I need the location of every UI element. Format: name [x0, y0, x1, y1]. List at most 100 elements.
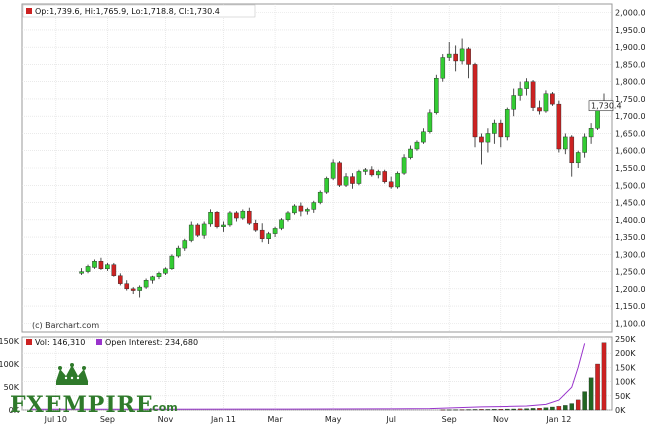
volume-bar — [446, 409, 452, 411]
candle-body — [375, 171, 381, 176]
price-tick-label: 1,300.0 — [615, 250, 645, 259]
volume-bar — [556, 406, 562, 411]
oi-label: Open Interest: 234,680 — [105, 338, 198, 347]
candle-body — [575, 152, 581, 164]
x-tick-label: Jul — [385, 415, 396, 424]
candle-body — [311, 202, 317, 210]
volume-bar — [530, 408, 536, 411]
candle-body — [479, 136, 484, 143]
volume-bar — [569, 403, 575, 411]
candle-body — [130, 288, 136, 291]
candle-body — [343, 176, 349, 186]
price-tick-label: 1,200.0 — [615, 285, 645, 294]
volume-bar — [472, 409, 478, 411]
candle-body — [337, 162, 342, 186]
candle-body — [440, 57, 446, 79]
price-tick-label: 1,550.0 — [615, 164, 645, 173]
price-tick-label: 1,350.0 — [615, 233, 645, 242]
x-tick-label: Sep — [442, 415, 457, 424]
candle-body — [182, 240, 188, 249]
last-price-label: 1,730.4 — [591, 102, 622, 111]
candle-body — [272, 228, 278, 234]
candle-body — [537, 107, 542, 112]
price-tick-label: 1,600.0 — [615, 147, 645, 156]
candle-body — [279, 219, 284, 229]
volume-bar — [453, 409, 458, 411]
candle-body — [234, 212, 239, 219]
candle-body — [124, 283, 130, 290]
candle-body — [85, 266, 91, 272]
volume-right-tick: 250K — [615, 335, 636, 344]
x-tick-label: Jan 11 — [210, 415, 236, 424]
candle-body — [246, 210, 252, 224]
candle-body — [459, 48, 465, 62]
x-tick-label: Nov — [493, 415, 509, 424]
candle-body — [111, 264, 117, 276]
candle-body — [253, 223, 259, 231]
price-tick-label: 1,850.0 — [615, 60, 645, 69]
candle-body — [524, 81, 529, 89]
volume-bar — [588, 377, 594, 411]
logo-name: FXEMPIRE — [10, 392, 154, 418]
x-tick-label: Mar — [268, 415, 284, 424]
candle-body — [543, 93, 549, 112]
candle-body — [330, 162, 336, 179]
candle-body — [285, 212, 291, 220]
volume-right-tick: 200K — [615, 349, 636, 358]
x-tick-label: May — [325, 415, 342, 424]
price-tick-label: 1,250.0 — [615, 268, 645, 277]
candle-body — [176, 247, 181, 257]
candle-body — [485, 133, 491, 143]
volume-bar — [601, 342, 607, 411]
candle-body — [498, 122, 504, 138]
credit: (c) Barchart.com — [32, 321, 99, 330]
volume-right-tick: 0K — [615, 406, 626, 415]
volume-bar — [505, 408, 510, 411]
volume-bar — [485, 409, 491, 411]
candle-body — [266, 233, 271, 239]
oi-legend-marker — [96, 339, 102, 345]
volume-bar — [582, 391, 587, 411]
candle-body — [305, 209, 310, 212]
price-tick-label: 1,100.0 — [615, 319, 645, 328]
candle-body — [582, 136, 587, 153]
candle-body — [188, 224, 194, 241]
candle-body — [156, 273, 162, 277]
candle-body — [92, 261, 97, 268]
price-tick-label: 1,700.0 — [615, 112, 645, 121]
x-tick-label: Nov — [158, 415, 174, 424]
candle-body — [401, 157, 407, 174]
price-tick-label: 1,400.0 — [615, 216, 645, 225]
candle-body — [195, 224, 200, 236]
candle-body — [563, 136, 568, 150]
candle-body — [504, 109, 510, 138]
vol-legend-marker — [26, 339, 32, 345]
candle-body — [117, 275, 123, 284]
candle-body — [292, 205, 297, 214]
volume-bar — [575, 399, 581, 411]
candle-body — [150, 276, 155, 281]
candle-body — [240, 210, 246, 219]
candle-body — [214, 211, 220, 227]
candle-body — [453, 53, 458, 62]
candle-body — [98, 261, 104, 270]
volume-right-tick: 50K — [615, 392, 631, 401]
candle-body — [201, 223, 207, 236]
volume-bar — [466, 409, 471, 411]
volume-bar — [498, 409, 504, 411]
candle-body — [298, 205, 304, 212]
price-tick-label: 1,450.0 — [615, 199, 645, 208]
vol-label: Vol: 146,310 — [35, 338, 85, 347]
candle-body — [434, 78, 439, 113]
volume-bar — [511, 408, 516, 411]
candle-body — [492, 122, 497, 134]
price-tick-label: 1,900.0 — [615, 43, 645, 52]
candle-body — [517, 88, 523, 96]
volume-bar — [524, 408, 529, 411]
candle-body — [408, 148, 413, 158]
volume-left-tick: 50K — [4, 383, 20, 392]
candle-body — [208, 211, 213, 225]
candle-body — [569, 136, 575, 164]
candle-body — [388, 181, 394, 188]
candle-body — [105, 264, 110, 270]
